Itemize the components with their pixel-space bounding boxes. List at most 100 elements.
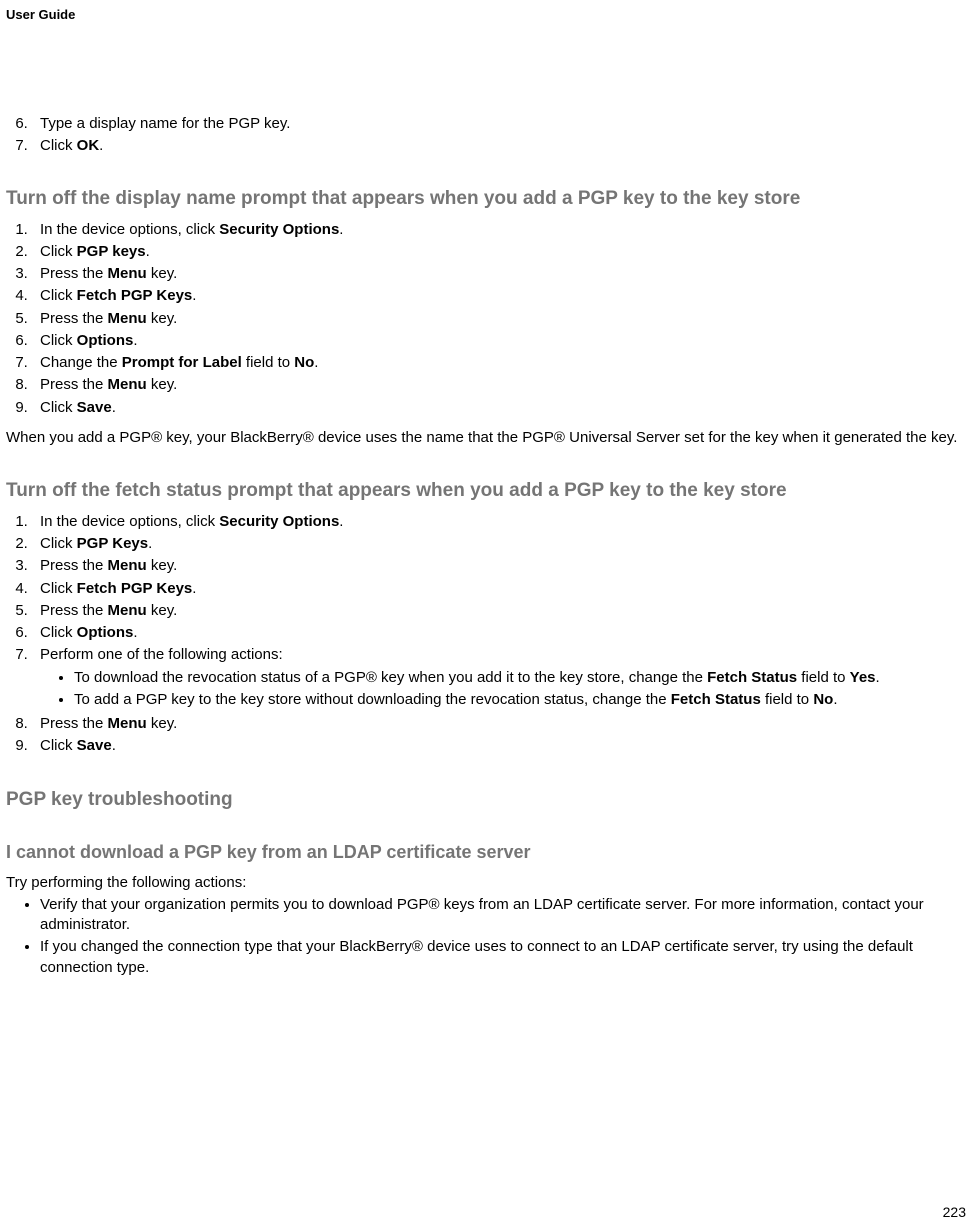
step-suffix: . xyxy=(339,513,343,530)
step-suffix: . xyxy=(133,624,137,641)
step-prefix: Press the xyxy=(40,602,108,619)
step-bold: PGP Keys xyxy=(77,535,148,552)
step-prefix: Click xyxy=(40,737,77,754)
step-bold: Save xyxy=(77,737,112,754)
step-bold: Menu xyxy=(108,265,147,282)
section3-bullet-1: Verify that your organization permits yo… xyxy=(40,895,968,936)
section2-step-9: Click Save. xyxy=(32,736,968,756)
intro-steps-list: Type a display name for the PGP key. Cli… xyxy=(6,114,968,157)
bullet-middle: field to xyxy=(761,691,814,708)
section1-steps: In the device options, click Security Op… xyxy=(6,220,968,418)
intro-step-7: Click OK. xyxy=(32,136,968,156)
step-bold: Prompt for Label xyxy=(122,354,242,371)
step-bold: Options xyxy=(77,332,134,349)
step-prefix: Press the xyxy=(40,310,108,327)
step-bold2: No xyxy=(294,354,314,371)
step-suffix: key. xyxy=(147,715,178,732)
section1-step-1: In the device options, click Security Op… xyxy=(32,220,968,240)
bullet-prefix: To download the revocation status of a P… xyxy=(74,669,707,686)
bullet-prefix: To add a PGP key to the key store withou… xyxy=(74,691,671,708)
step-text: Type a display name for the PGP key. xyxy=(40,115,290,132)
section2-step-1: In the device options, click Security Op… xyxy=(32,512,968,532)
step-suffix2: . xyxy=(314,354,318,371)
section2-heading: Turn off the fetch status prompt that ap… xyxy=(6,478,968,504)
section1-step-5: Press the Menu key. xyxy=(32,309,968,329)
step-prefix: Press the xyxy=(40,715,108,732)
step-suffix: key. xyxy=(147,265,178,282)
section1-trailing-paragraph: When you add a PGP® key, your BlackBerry… xyxy=(6,428,968,448)
bullet-bold: Fetch Status xyxy=(671,691,761,708)
step-suffix: key. xyxy=(147,310,178,327)
step-prefix: Click xyxy=(40,535,77,552)
step-suffix: . xyxy=(192,287,196,304)
step-suffix: . xyxy=(148,535,152,552)
step-middle: field to xyxy=(242,354,295,371)
step-bold: OK xyxy=(77,137,100,154)
section2-step-2: Click PGP Keys. xyxy=(32,534,968,554)
section3-subheading: I cannot download a PGP key from an LDAP… xyxy=(6,840,968,864)
step-bold: PGP keys xyxy=(77,243,146,260)
section2-sub-bullet-2: To add a PGP key to the key store withou… xyxy=(74,690,968,710)
step-prefix: Click xyxy=(40,580,77,597)
step-bold: Fetch PGP Keys xyxy=(77,580,193,597)
section2-sub-bullet-1: To download the revocation status of a P… xyxy=(74,668,968,688)
section3-heading: PGP key troubleshooting xyxy=(6,787,968,813)
step-suffix: key. xyxy=(147,557,178,574)
page-container: User Guide Type a display name for the P… xyxy=(0,0,974,1228)
section2-step-8: Press the Menu key. xyxy=(32,714,968,734)
section3-bullets: Verify that your organization permits yo… xyxy=(6,895,968,978)
section2-step-4: Click Fetch PGP Keys. xyxy=(32,579,968,599)
step-bold: Menu xyxy=(108,376,147,393)
step-suffix: . xyxy=(133,332,137,349)
step-suffix: key. xyxy=(147,602,178,619)
bullet-bold: Fetch Status xyxy=(707,669,797,686)
step-suffix: . xyxy=(112,737,116,754)
bullet-suffix2: . xyxy=(833,691,837,708)
section3-intro: Try performing the following actions: xyxy=(6,873,968,893)
step-suffix: . xyxy=(146,243,150,260)
section1-step-3: Press the Menu key. xyxy=(32,264,968,284)
step-bold: Menu xyxy=(108,557,147,574)
section2-steps-part1: In the device options, click Security Op… xyxy=(6,512,968,710)
step-bold: Security Options xyxy=(219,513,339,530)
step-suffix: . xyxy=(339,221,343,238)
bullet-bold2: Yes xyxy=(850,669,876,686)
section1-step-9: Click Save. xyxy=(32,398,968,418)
step-suffix: . xyxy=(192,580,196,597)
intro-step-6: Type a display name for the PGP key. xyxy=(32,114,968,134)
section2-steps-part2: Press the Menu key. Click Save. xyxy=(6,714,968,757)
step-bold: Menu xyxy=(108,715,147,732)
step-prefix: Click xyxy=(40,243,77,260)
step-bold: Fetch PGP Keys xyxy=(77,287,193,304)
section1-step-8: Press the Menu key. xyxy=(32,375,968,395)
step-text: Perform one of the following actions: xyxy=(40,646,283,663)
step-suffix: key. xyxy=(147,376,178,393)
step-prefix: In the device options, click xyxy=(40,221,219,238)
bullet-bold2: No xyxy=(813,691,833,708)
step-prefix: Click xyxy=(40,287,77,304)
step-bold: Menu xyxy=(108,310,147,327)
section1-step-2: Click PGP keys. xyxy=(32,242,968,262)
section1-step-7: Change the Prompt for Label field to No. xyxy=(32,353,968,373)
section2-step-3: Press the Menu key. xyxy=(32,556,968,576)
step-prefix: Click xyxy=(40,332,77,349)
page-number: 223 xyxy=(943,1203,966,1222)
step-prefix: In the device options, click xyxy=(40,513,219,530)
step-bold: Save xyxy=(77,399,112,416)
section2-step-5: Press the Menu key. xyxy=(32,601,968,621)
bullet-middle: field to xyxy=(797,669,850,686)
page-content: Type a display name for the PGP key. Cli… xyxy=(6,114,968,978)
section3-bullet-2: If you changed the connection type that … xyxy=(40,937,968,978)
step-bold: Options xyxy=(77,624,134,641)
step-suffix: . xyxy=(99,137,103,154)
header-title: User Guide xyxy=(6,6,968,24)
step-prefix: Change the xyxy=(40,354,122,371)
step-bold: Security Options xyxy=(219,221,339,238)
section2-sub-bullets: To download the revocation status of a P… xyxy=(40,668,968,711)
section2-step-6: Click Options. xyxy=(32,623,968,643)
step-prefix: Press the xyxy=(40,265,108,282)
section1-step-6: Click Options. xyxy=(32,331,968,351)
step-prefix: Click xyxy=(40,399,77,416)
section1-step-4: Click Fetch PGP Keys. xyxy=(32,286,968,306)
bullet-text: Verify that your organization permits yo… xyxy=(40,896,924,933)
